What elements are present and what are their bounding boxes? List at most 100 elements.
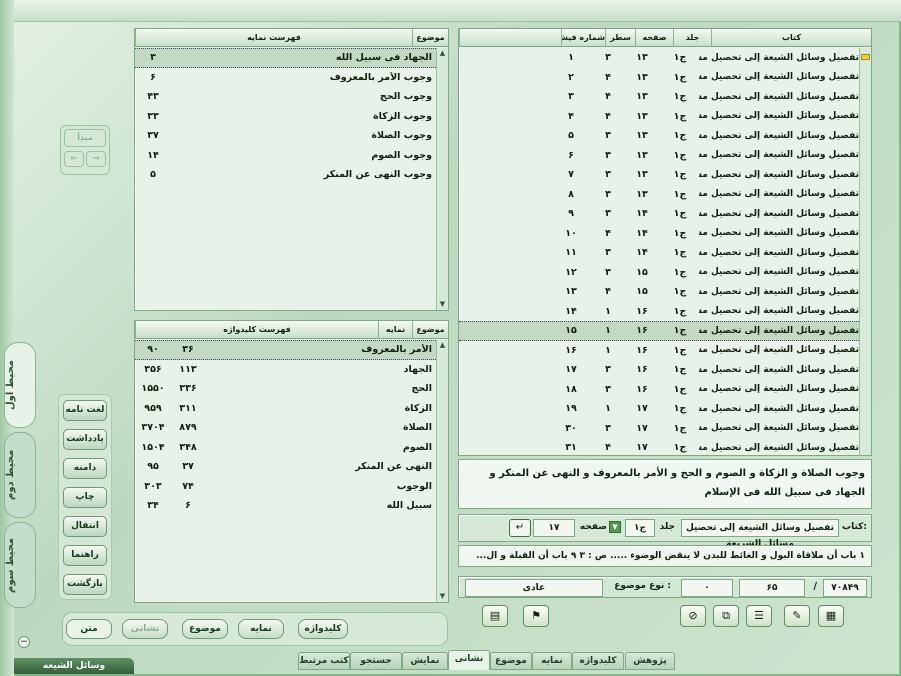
table-row[interactable]: تفصیل وسائل الشیعة إلی تحصیل مسائل الشری… [459, 185, 859, 205]
vol-label: جلد [659, 522, 675, 532]
tab-research[interactable]: پژوهش [625, 652, 675, 670]
table-row[interactable]: تفصیل وسائل الشیعة إلی تحصیل مسائل الشری… [459, 107, 859, 127]
dropdown-icon[interactable]: ▼ [609, 521, 621, 533]
table-row[interactable]: تفصیل وسائل الشیعة إلی تحصیل مسائل الشری… [459, 68, 859, 88]
list-item[interactable]: ۱۴ وجوب الصوم [135, 146, 436, 166]
list-item[interactable]: ۳۷ وجوب الصلاة [135, 126, 436, 146]
table-row[interactable]: تفصیل وسائل الشیعة إلی تحصیل مسائل الشری… [459, 321, 859, 341]
address-view-button[interactable]: نشانی [122, 619, 168, 639]
tab-display[interactable]: نمایش [402, 652, 448, 670]
minimize-icon[interactable]: − [18, 636, 30, 648]
list-icon[interactable]: ☰ [746, 605, 772, 627]
col-keyword-header[interactable]: فهرست کلیدواژه [135, 321, 378, 338]
list-item[interactable]: ۵ وجوب النهی عن المنکر [135, 165, 436, 185]
col-topic-header[interactable]: موضوع [412, 29, 448, 46]
list-item[interactable]: ۱۵۰۴ ۳۴۸ الصوم [135, 438, 436, 458]
note-button[interactable]: یادداشت [63, 429, 107, 450]
book-field[interactable]: تفصیل وسائل الشیعة إلی تحصیل مسائل الشری… [681, 519, 839, 549]
tab-env-2[interactable]: محیط دوم [4, 432, 36, 518]
scroll-down-icon[interactable]: ▼ [437, 591, 448, 602]
list-item[interactable]: ۳۴ ۶ سبیل الله [135, 496, 436, 516]
tab-env-1[interactable]: محیط اول [4, 342, 36, 428]
vol-cell: ج۱ [673, 91, 687, 103]
current-count[interactable]: ۶۵ [739, 579, 805, 597]
enter-icon[interactable]: ↵ [509, 519, 531, 537]
text-view-button[interactable]: متن [66, 619, 112, 639]
flag-icon[interactable]: ⚑ [523, 605, 549, 627]
tab-index[interactable]: نمایه [532, 652, 572, 670]
list-item[interactable]: ۴۳ وجوب الحج [135, 87, 436, 107]
table-row[interactable]: تفصیل وسائل الشیعة إلی تحصیل مسائل الشری… [459, 302, 859, 322]
col-topic-header[interactable]: موضوع [412, 321, 448, 338]
index-list-panel: موضوع فهرست نمایه ۳ الجهاد فی سبیل الله ۶ و… [134, 28, 449, 311]
table-row[interactable]: تفصیل وسائل الشیعة إلی تحصیل مسائل الشری… [459, 243, 859, 263]
list-item[interactable]: ۶ وجوب الأمر بالمعروف [135, 68, 436, 88]
table-row[interactable]: تفصیل وسائل الشیعة إلی تحصیل مسائل الشری… [459, 419, 859, 439]
scroll-down-icon[interactable]: ▼ [437, 299, 448, 310]
list-item[interactable]: ۹۵۹ ۳۱۱ الزکاة [135, 399, 436, 419]
scroll-up-icon[interactable]: ▲ [437, 48, 448, 59]
table-row[interactable]: تفصیل وسائل الشیعة إلی تحصیل مسائل الشری… [459, 224, 859, 244]
col-fish-header[interactable]: شماره فیش [561, 29, 605, 46]
col-book-header[interactable]: کتاب [711, 29, 871, 46]
list-item[interactable]: ۳۰۳ ۷۴ الوجوب [135, 477, 436, 497]
list-item[interactable]: ۳۳ وجوب الزکاة [135, 107, 436, 127]
table-row[interactable]: تفصیل وسائل الشیعة إلی تحصیل مسائل الشری… [459, 263, 859, 283]
table-row[interactable]: تفصیل وسائل الشیعة إلی تحصیل مسائل الشری… [459, 282, 859, 302]
col-vol-header[interactable]: جلد [673, 29, 711, 46]
table-row[interactable]: تفصیل وسائل الشیعة إلی تحصیل مسائل الشری… [459, 48, 859, 68]
list-item[interactable]: ۳ الجهاد فی سبیل الله [135, 48, 436, 68]
topic-view-button[interactable]: موضوع [182, 619, 228, 639]
list-item[interactable]: ۳۷۰۴ ۸۷۹ الصلاة [135, 418, 436, 438]
table-row[interactable]: تفصیل وسائل الشیعة إلی تحصیل مسائل الشری… [459, 438, 859, 458]
tab-search[interactable]: جستجو [350, 652, 402, 670]
back-button[interactable]: بازگشت [63, 574, 107, 595]
table-row[interactable]: تفصیل وسائل الشیعة إلی تحصیل مسائل الشری… [459, 146, 859, 166]
dictionary-button[interactable]: لغت نامه [63, 400, 107, 421]
table-row[interactable]: تفصیل وسائل الشیعة إلی تحصیل مسائل الشری… [459, 87, 859, 107]
table-row[interactable]: تفصیل وسائل الشیعة إلی تحصیل مسائل الشری… [459, 165, 859, 185]
table-row[interactable]: تفصیل وسائل الشیعة إلی تحصیل مسائل الشری… [459, 360, 859, 380]
window-icon[interactable]: ▤ [482, 605, 508, 627]
col-line-header[interactable]: سطر [605, 29, 635, 46]
line-cell: ۳ [605, 383, 611, 395]
table-row[interactable]: تفصیل وسائل الشیعة إلی تحصیل مسائل الشری… [459, 204, 859, 224]
scroll-thumb[interactable] [861, 54, 870, 60]
vol-field[interactable]: ج۱ [625, 519, 655, 537]
table-row[interactable]: تفصیل وسائل الشیعة إلی تحصیل مسائل الشری… [459, 380, 859, 400]
list-item[interactable]: ۱۵۵۰ ۳۳۶ الحج [135, 379, 436, 399]
list-item[interactable]: ۹۵ ۳۷ النهی عن المنکر [135, 457, 436, 477]
scroll-up-icon[interactable]: ▲ [437, 340, 448, 351]
edit-icon[interactable]: ✎ [784, 605, 810, 627]
start-button[interactable]: مبدأ [64, 129, 106, 147]
tab-topic[interactable]: موضوع [490, 652, 532, 670]
col-index-header[interactable]: فهرست نمایه [135, 29, 412, 46]
tab-related-books[interactable]: کتب مرتبط [298, 652, 350, 670]
tab-env-3[interactable]: محیط سوم [4, 522, 36, 608]
tab-keyword[interactable]: کلیدواژه [572, 652, 624, 670]
list-item[interactable]: ۹۰ ۳۶ الأمر بالمعروف [135, 340, 436, 360]
copy-icon[interactable]: ⧉ [713, 605, 739, 627]
transfer-button[interactable]: انتقال [63, 516, 107, 537]
keyword-view-button[interactable]: کلیدواژه [298, 619, 348, 639]
book-icon[interactable]: ▦ [818, 605, 844, 627]
help-button[interactable]: راهنما [63, 545, 107, 566]
prev-arrow-icon[interactable]: ⇐ [64, 151, 84, 167]
print-button[interactable]: چاپ [63, 487, 107, 508]
page-field[interactable]: ۱۷ [533, 519, 575, 537]
index-scrollbar[interactable]: ▲ ▼ [436, 48, 448, 310]
address-scrollbar[interactable] [859, 48, 871, 455]
col-page-header[interactable]: صفحه [635, 29, 673, 46]
col-index-header[interactable]: نمایه [378, 321, 412, 338]
tab-address[interactable]: نشانی [448, 650, 490, 670]
index-title: وجوب الصوم [371, 149, 432, 161]
index-view-button[interactable]: نمایه [238, 619, 284, 639]
next-arrow-icon[interactable]: ⇒ [86, 151, 106, 167]
table-row[interactable]: تفصیل وسائل الشیعة إلی تحصیل مسائل الشری… [459, 126, 859, 146]
table-row[interactable]: تفصیل وسائل الشیعة إلی تحصیل مسائل الشری… [459, 399, 859, 419]
keyword-scrollbar[interactable]: ▲ ▼ [436, 340, 448, 602]
list-item[interactable]: ۳۵۶ ۱۱۳ الجهاد [135, 360, 436, 380]
link-icon[interactable]: ⊘ [680, 605, 706, 627]
table-row[interactable]: تفصیل وسائل الشیعة إلی تحصیل مسائل الشری… [459, 341, 859, 361]
scope-button[interactable]: دامنه [63, 458, 107, 479]
